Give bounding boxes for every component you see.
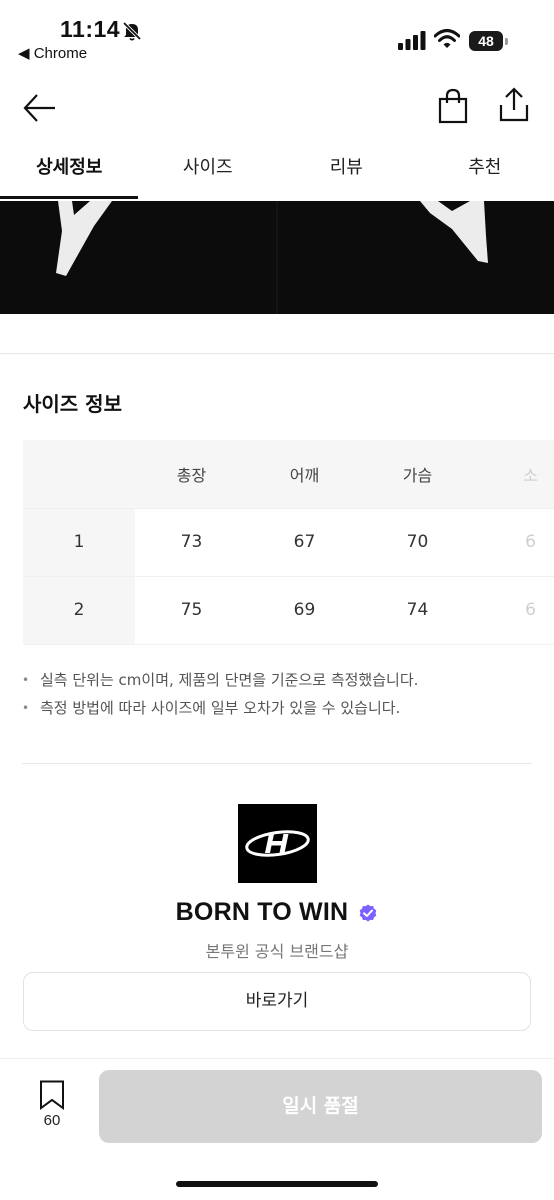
section-divider [22, 763, 532, 764]
bookmark-button[interactable]: 60 [32, 1080, 72, 1130]
table-header-cell: 총장 [135, 440, 248, 509]
home-indicator[interactable] [176, 1181, 378, 1187]
brand-logo[interactable] [238, 804, 317, 883]
table-cell: 73 [135, 508, 248, 577]
table-cell: 67 [248, 508, 361, 577]
size-info-title: 사이즈 정보 [23, 392, 122, 416]
bottom-divider [0, 1058, 554, 1059]
table-header-cell: 어깨 [248, 440, 361, 509]
bell-off-icon [122, 21, 142, 41]
section-divider [0, 353, 554, 354]
status-time: 11:14 [60, 16, 121, 42]
size-notes: 실측 단위는 cm이며, 제품의 단면을 기준으로 측정했습니다. 측정 방법에… [22, 666, 532, 722]
back-to-chrome-link[interactable]: ◀ Chrome [18, 44, 87, 62]
size-label-cell: 1 [23, 508, 135, 577]
table-cell: 75 [135, 576, 248, 645]
brand-name-row: BORN TO WIN [0, 898, 554, 934]
go-to-brand-button[interactable]: 바로가기 [23, 972, 531, 1031]
table-row: 2 75 69 74 6 [23, 576, 554, 645]
brand-name[interactable]: BORN TO WIN [176, 898, 349, 927]
share-icon[interactable] [497, 86, 531, 124]
bookmark-count: 60 [43, 1112, 61, 1129]
detail-tabs: 상세정보 사이즈 리뷰 추천 [0, 140, 554, 200]
battery-indicator: 48 [469, 31, 509, 51]
product-image-graphic [0, 201, 554, 314]
product-image [0, 201, 554, 314]
cellular-signal-icon [398, 31, 426, 50]
shopping-bag-icon[interactable] [436, 88, 470, 124]
tab-recommend[interactable]: 추천 [416, 140, 554, 200]
table-cell: 6 [474, 576, 554, 645]
bookmark-icon [40, 1080, 64, 1110]
back-arrow-icon[interactable] [22, 90, 58, 126]
status-bar: 11:14 ◀ Chrome 48 [0, 0, 554, 70]
wifi-icon [434, 29, 460, 48]
table-header-cell: 가슴 [361, 440, 474, 509]
table-header-cell: 소 [474, 440, 554, 509]
battery-level: 48 [478, 33, 494, 49]
brand-subtitle: 본투윈 공식 브랜드샵 [205, 942, 349, 961]
brand-logo-graphic [245, 830, 310, 857]
table-header-cell [23, 440, 135, 509]
size-note: 실측 단위는 cm이며, 제품의 단면을 기준으로 측정했습니다. [22, 666, 532, 694]
size-note: 측정 방법에 따라 사이즈에 일부 오차가 있을 수 있습니다. [22, 694, 532, 722]
size-table: 총장 어깨 가슴 소 1 73 67 70 6 2 75 69 74 6 [23, 440, 554, 645]
tab-details[interactable]: 상세정보 [0, 140, 139, 200]
table-row: 1 73 67 70 6 [23, 508, 554, 577]
table-cell: 74 [361, 576, 474, 645]
sold-out-button[interactable]: 일시 품절 [99, 1070, 542, 1143]
active-tab-indicator [0, 196, 138, 199]
table-cell: 69 [248, 576, 361, 645]
top-nav [0, 78, 554, 138]
table-cell: 6 [474, 508, 554, 577]
tab-size[interactable]: 사이즈 [139, 140, 278, 200]
size-label-cell: 2 [23, 576, 135, 645]
table-cell: 70 [361, 508, 474, 577]
size-table-header: 총장 어깨 가슴 소 [23, 440, 554, 509]
verified-badge-icon [360, 904, 377, 921]
tab-reviews[interactable]: 리뷰 [277, 140, 416, 200]
